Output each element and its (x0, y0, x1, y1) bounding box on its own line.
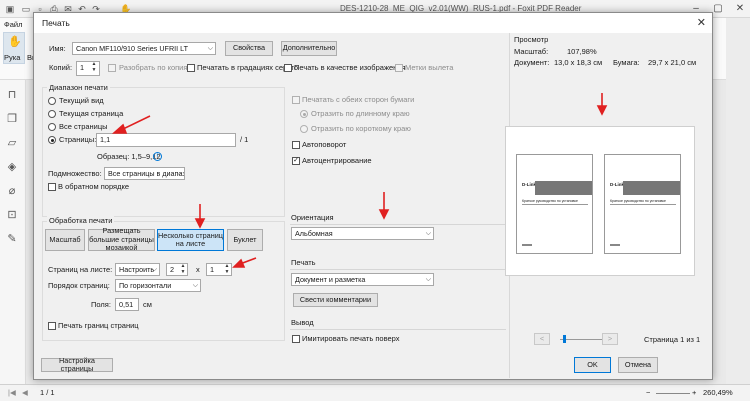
arrow-to-multiple-pages (194, 204, 206, 229)
annotation-arrows (111, 93, 608, 268)
arrow-to-columns-input (232, 257, 257, 268)
arrow-to-orientation (378, 192, 390, 220)
arrow-to-preview (596, 93, 608, 116)
arrow-to-pages-input (111, 115, 151, 134)
